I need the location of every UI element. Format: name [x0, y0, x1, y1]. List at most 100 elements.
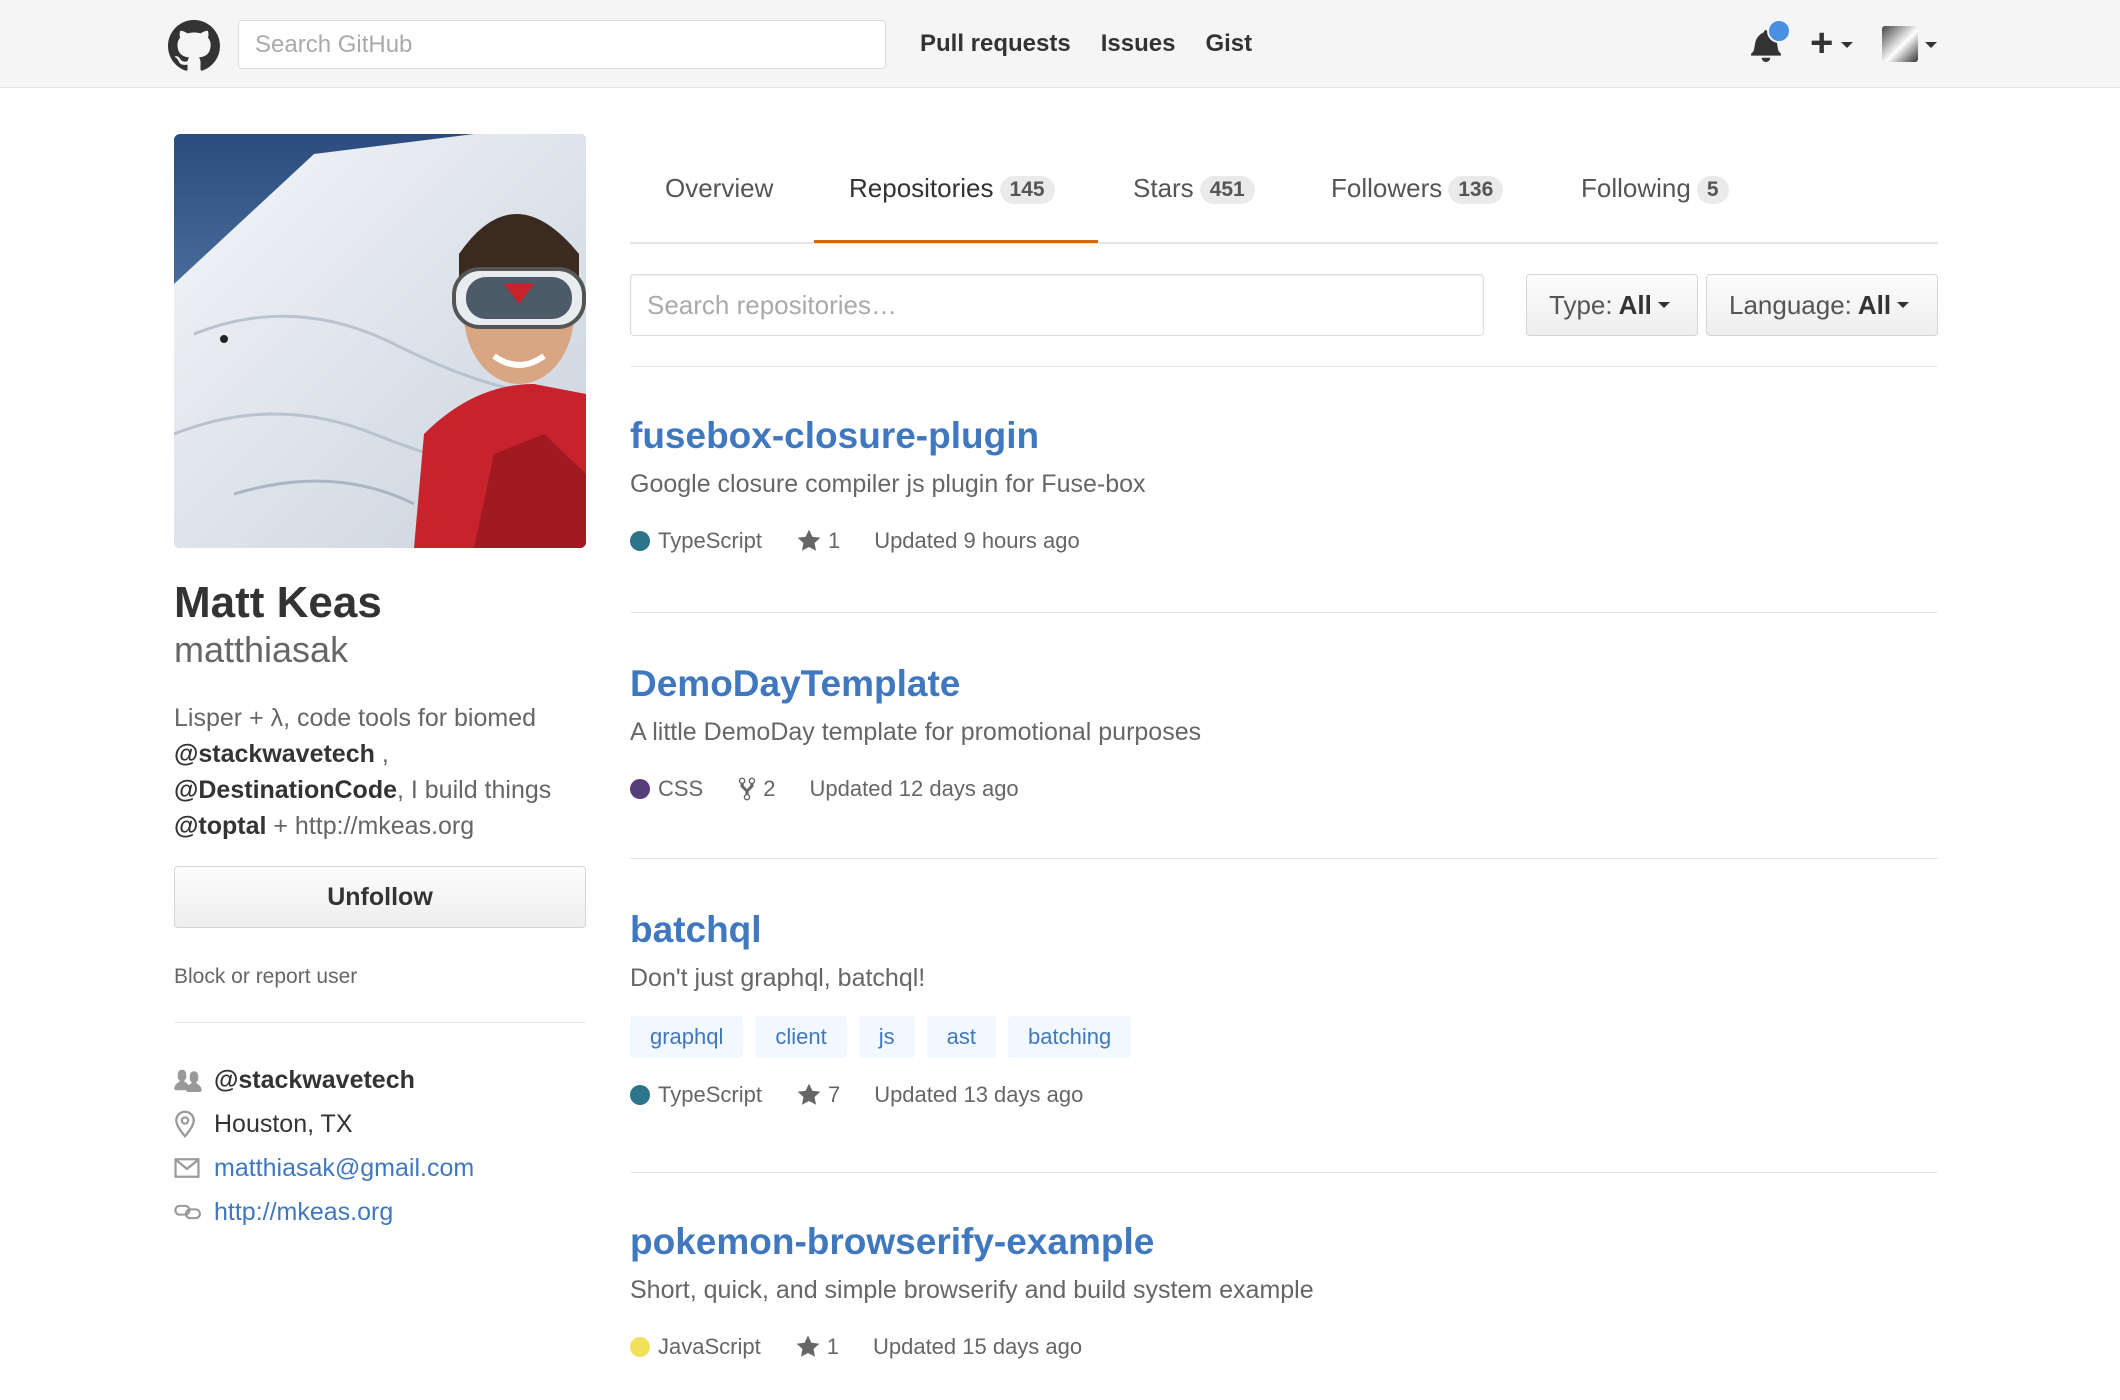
divider: [630, 858, 1938, 859]
nav-pull-requests-link[interactable]: Pull requests: [920, 26, 1071, 62]
profile-tabs: Overview Repositories 145 Stars 451 Follow…: [630, 134, 1938, 244]
repo-name-link[interactable]: fusebox-closure-plugin: [630, 412, 1938, 460]
unread-notification-dot: [1767, 19, 1791, 43]
filter-value: All: [1857, 289, 1892, 320]
filter-label: Language:: [1729, 289, 1852, 320]
profile-username: matthiasak: [174, 629, 349, 670]
repo-meta: TypeScript 7 Updated 13 days ago: [630, 1080, 1938, 1110]
tab-label: Followers: [1331, 173, 1443, 203]
avatar-chevron-down-icon[interactable]: [1925, 42, 1937, 48]
repo-list-item: fusebox-closure-plugin Google closure co…: [630, 412, 1938, 556]
star-icon: [796, 1335, 820, 1357]
bio-org-mention-destinationcode[interactable]: @DestinationCode: [174, 776, 397, 804]
vcard-org-text[interactable]: @stackwavetech: [214, 1066, 415, 1095]
tab-label: Following: [1581, 173, 1691, 203]
topic-tag[interactable]: graphql: [630, 1016, 744, 1058]
github-logo-icon[interactable]: [168, 20, 220, 72]
tab-label: Stars: [1133, 173, 1194, 203]
topic-tag[interactable]: batching: [1008, 1016, 1132, 1058]
chevron-down-icon: [1897, 302, 1910, 308]
repo-meta: CSS 2 Updated 12 days ago: [630, 774, 1938, 804]
repo-list-item: DemoDayTemplate A little DemoDay templat…: [630, 660, 1938, 804]
repo-updated: Updated 9 hours ago: [874, 528, 1080, 553]
repo-stars[interactable]: 7: [796, 1080, 840, 1110]
nav-issues-link[interactable]: Issues: [1101, 26, 1176, 62]
repo-meta: JavaScript 1 Updated 15 days ago: [630, 1332, 1938, 1362]
vcard-url: http://mkeas.org: [174, 1190, 594, 1234]
star-icon: [797, 1083, 821, 1105]
github-search-input[interactable]: [238, 20, 886, 69]
repo-language-name: TypeScript: [658, 528, 762, 553]
top-navigation-bar: Pull requests Issues Gist +: [0, 0, 2120, 88]
language-filter-dropdown[interactable]: Language: All: [1706, 274, 1938, 336]
vcard-email: matthiasak@gmail.com: [174, 1146, 594, 1190]
profile-avatar: [174, 134, 586, 548]
tab-following[interactable]: Following 5: [1581, 170, 1729, 206]
repository-search-input[interactable]: [630, 274, 1484, 336]
profile-fullname: Matt Keas: [174, 578, 382, 627]
fork-icon: [739, 777, 756, 801]
topic-tag[interactable]: js: [858, 1016, 915, 1058]
profile-vcard: @stackwavetech Houston, TX matthiasak@gm…: [174, 1058, 594, 1234]
repo-description: Google closure compiler js plugin for Fu…: [630, 470, 1146, 498]
repo-description: A little DemoDay template for promotiona…: [630, 718, 1202, 746]
tab-counter: 5: [1696, 176, 1729, 205]
repo-meta: TypeScript 1 Updated 9 hours ago: [630, 526, 1938, 556]
star-icon: [797, 529, 821, 551]
topic-tag[interactable]: client: [755, 1016, 847, 1058]
tab-overview[interactable]: Overview: [665, 170, 773, 206]
tab-followers[interactable]: Followers 136: [1331, 170, 1504, 206]
repo-updated: Updated 13 days ago: [874, 1082, 1084, 1107]
bio-text: ,: [374, 740, 389, 768]
tab-stars[interactable]: Stars 451: [1133, 170, 1255, 206]
repo-language: JavaScript: [630, 1332, 761, 1362]
repo-fork-count: 2: [763, 776, 776, 801]
language-color-dot: [630, 1085, 650, 1105]
type-filter-dropdown[interactable]: Type: All: [1526, 274, 1698, 336]
bio-org-mention-toptal[interactable]: @toptal: [174, 812, 266, 840]
organization-icon: [174, 1066, 206, 1094]
repo-language: TypeScript: [630, 1080, 762, 1110]
selected-tab-indicator: [814, 240, 1098, 243]
create-new-plus-icon[interactable]: +: [1810, 18, 1833, 68]
vcard-email-link[interactable]: matthiasak@gmail.com: [214, 1154, 474, 1183]
divider: [630, 366, 1938, 367]
location-pin-icon: [174, 1110, 206, 1138]
repo-list-item: batchql Don't just graphql, batchql! gra…: [630, 906, 1938, 1110]
repo-name-link[interactable]: pokemon-browserify-example: [630, 1218, 1938, 1266]
vcard-location-text: Houston, TX: [214, 1109, 353, 1138]
repo-language-name: CSS: [658, 776, 704, 801]
profile-bio: Lisper + λ, code tools for biomed @stack…: [174, 700, 594, 844]
divider: [630, 1172, 1938, 1173]
vcard-website-link[interactable]: http://mkeas.org: [214, 1198, 393, 1227]
bio-text: Lisper + λ, code tools for biomed: [174, 704, 536, 732]
language-color-dot: [630, 1337, 650, 1357]
block-report-user-link[interactable]: Block or report user: [174, 962, 357, 992]
tab-label: Repositories: [849, 173, 994, 203]
tab-label: Overview: [665, 173, 774, 203]
header-nav: Pull requests Issues Gist: [920, 26, 1252, 62]
bio-text: + http://mkeas.org: [266, 812, 475, 840]
tab-counter: 136: [1448, 176, 1504, 205]
vcard-location: Houston, TX: [174, 1102, 594, 1146]
repo-stars[interactable]: 1: [795, 1332, 839, 1362]
user-avatar-menu[interactable]: [1882, 26, 1918, 62]
nav-gist-link[interactable]: Gist: [1205, 26, 1252, 62]
unfollow-button[interactable]: Unfollow: [174, 866, 586, 928]
bio-org-mention-stackwavetech[interactable]: @stackwavetech: [174, 740, 375, 768]
repo-description: Don't just graphql, batchql!: [630, 964, 926, 992]
repo-forks[interactable]: 2: [737, 774, 776, 804]
repo-stars[interactable]: 1: [796, 526, 840, 556]
repo-star-count: 7: [827, 1082, 841, 1107]
create-new-chevron-down-icon[interactable]: [1841, 42, 1853, 48]
topic-tag[interactable]: ast: [926, 1016, 996, 1058]
divider: [174, 1022, 586, 1023]
repo-topics: graphql client js ast batching: [630, 1016, 1938, 1058]
repo-name-link[interactable]: batchql: [630, 906, 1938, 954]
repo-language-name: TypeScript: [658, 1082, 762, 1107]
repo-name-link[interactable]: DemoDayTemplate: [630, 660, 1938, 708]
tab-repositories[interactable]: Repositories 145: [849, 170, 1055, 206]
mail-icon: [174, 1154, 206, 1182]
language-color-dot: [630, 779, 650, 799]
tab-counter: 145: [999, 176, 1055, 205]
